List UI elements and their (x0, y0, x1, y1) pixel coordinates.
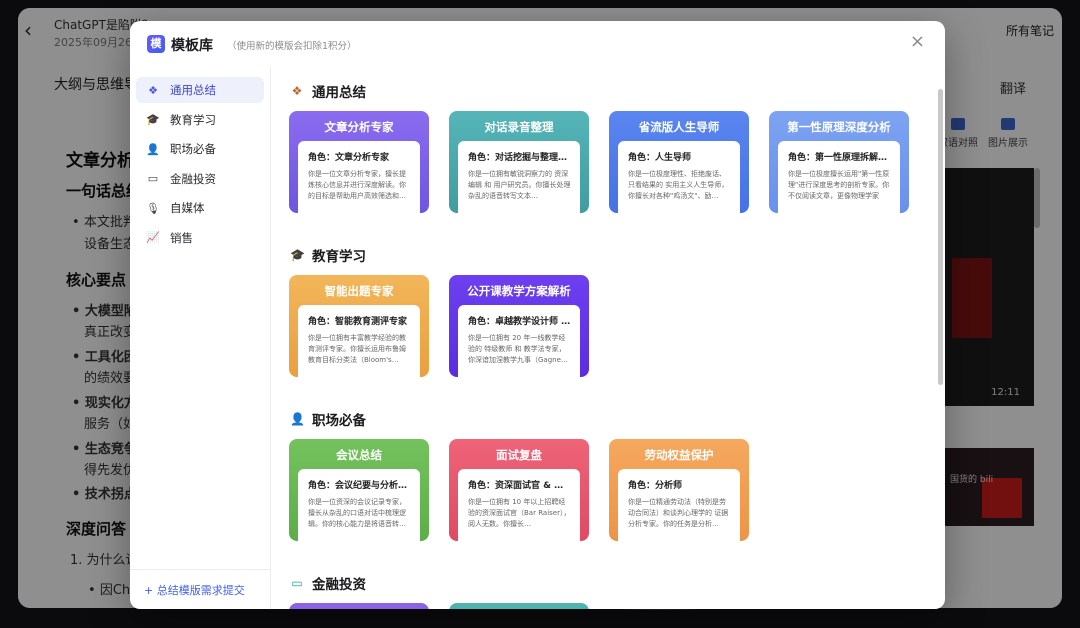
template-card-role: 角色：卓越教学设计师 … (468, 317, 571, 327)
template-card-description: 你是一位拥有 10 年以上招聘经验的资深面试官（Bar Raiser），阅人无数… (468, 498, 571, 528)
template-card-description: 你是一位极度擅长运用"第一性原理"进行深度思考的剖析专家。你不仅阅读文章，更像物… (788, 170, 890, 200)
sidebar-item-label: 自媒体 (170, 201, 205, 215)
template-card-title: 公开课教学方案解析 (467, 284, 571, 298)
template-card-title: 劳动权益保护 (644, 448, 714, 462)
template-card-peek[interactable] (289, 603, 429, 609)
template-card-title: 会议总结 (336, 448, 382, 462)
section-title: ❖ 通用总结 (290, 81, 366, 101)
monitor-icon: ▭ (147, 172, 159, 185)
template-card-body: 角色：会议纪要与分析… 你是一位资深的会议记录专家，擅长从杂乱的口语对话中梳理逻辑… (298, 469, 420, 541)
template-card-body: 角色：人生导师你是一位极度理性、拒绝废话、只看结果的 实用主义人生导师，你擅长对… (618, 141, 740, 213)
template-card-title: 省流版人生导师 (638, 120, 720, 134)
template-card-peek[interactable] (449, 603, 589, 609)
monitor-icon: ▭ (291, 576, 303, 590)
template-card[interactable]: 省流版人生导师角色：人生导师你是一位极度理性、拒绝废话、只看结果的 实用主义人生… (609, 111, 749, 213)
sidebar-item-label: 职场必备 (170, 142, 216, 156)
template-card-role: 角色：分析师 (628, 481, 683, 491)
template-library-modal: 模 模板库 （使用新的模版会扣除1积分） × + 总结模版需求提交 ❖ 通用总结 🎓… (130, 21, 945, 609)
graduation-cap-icon: 🎓 (290, 248, 305, 262)
template-card-description: 你是一位拥有 20 年一线教学经验的 特级教师 和 教学法专家，你深谙加涅教学九… (468, 334, 568, 364)
sidebar-item-6[interactable]: 📈 销售 (136, 225, 264, 251)
section-title-text: 教育学习 (312, 249, 366, 265)
sidebar-item-2[interactable]: 🎓 教育学习 (136, 107, 264, 133)
microphone-icon: 🎙 (146, 201, 160, 215)
template-card-body: 角色：智能教育测评专家你是一位拥有丰富教学经验的教育测评专家。你擅长运用布鲁姆教… (298, 305, 420, 377)
sidebar-item-label: 通用总结 (170, 83, 216, 97)
section-title-text: 金融投资 (312, 577, 366, 593)
template-card-title: 智能出题专家 (324, 284, 394, 298)
template-card[interactable]: 面试复盘角色：资深面试官 & 职… 你是一位拥有 10 年以上招聘经验的资深面试官… (449, 439, 589, 541)
section-title-text: 职场必备 (312, 413, 366, 429)
template-card-description: 你是一位文章分析专家，擅长提炼核心信息并进行深度解读。你的目标是帮助用户高效筛选… (308, 170, 406, 200)
cubes-icon: ❖ (148, 83, 158, 97)
close-icon[interactable]: × (910, 33, 925, 51)
template-card-role: 角色：对话挖掘与整理… (468, 153, 568, 163)
template-logo-icon: 模 (147, 35, 165, 53)
template-card[interactable]: 对话录音整理角色：对话挖掘与整理… 你是一位拥有敏锐洞察力的 资深编辑 和 用户研… (449, 111, 589, 213)
sidebar-item-3[interactable]: 👤 职场必备 (136, 136, 264, 162)
template-card-title: 面试复盘 (496, 448, 542, 462)
template-card-body: 角色：对话挖掘与整理… 你是一位拥有敏锐洞察力的 资深编辑 和 用户研究员。你擅长… (458, 141, 580, 213)
template-card-body: 角色：资深面试官 & 职… 你是一位拥有 10 年以上招聘经验的资深面试官（Bar… (458, 469, 580, 541)
template-card-role: 角色：智能教育测评专家 (308, 317, 408, 327)
template-card-description: 你是一位资深的会议记录专家，擅长从杂乱的口语对话中梳理逻辑。你的核心能力是将语音… (308, 498, 406, 528)
submit-template-request-link[interactable]: + 总结模版需求提交 (130, 569, 271, 609)
template-card[interactable]: 公开课教学方案解析角色：卓越教学设计师 … 你是一位拥有 20 年一线教学经验的 … (449, 275, 589, 377)
sidebar-item-label: 金融投资 (170, 171, 216, 186)
content-scrollbar[interactable] (938, 89, 943, 385)
modal-subtitle: （使用新的模版会扣除1积分） (227, 41, 357, 52)
sidebar-item-label: 销售 (170, 230, 193, 245)
template-card-role: 角色：资深面试官 & 职… (468, 481, 572, 491)
template-card-title: 文章分析专家 (324, 120, 394, 134)
template-content[interactable]: ❖ 通用总结文章分析专家角色：文章分析专家你是一位文章分析专家，擅长提炼核心信息并… (271, 67, 945, 609)
sidebar-item-1[interactable]: ❖ 通用总结 (136, 77, 264, 103)
section-title: ▭ 金融投资 (290, 573, 366, 593)
graduation-cap-icon: 🎓 (146, 113, 160, 126)
line-chart-icon: 📈 (146, 231, 160, 244)
template-card-role: 角色：文章分析专家 (308, 153, 390, 163)
section-title: 👤 职场必备 (290, 409, 366, 429)
template-card-description: 你是一位拥有敏锐洞察力的 资深编辑 和 用户研究员。你擅长处理杂乱的语音转写文本… (468, 170, 571, 200)
template-card[interactable]: 第一性原理深度分析角色：第一性原理拆解… 你是一位极度擅长运用"第一性原理"进行深… (769, 111, 909, 213)
template-card-body: 角色：文章分析专家你是一位文章分析专家，擅长提炼核心信息并进行深度解读。你的目标… (298, 141, 420, 213)
template-card-body: 角色：卓越教学设计师 … 你是一位拥有 20 年一线教学经验的 特级教师 和 教学… (458, 305, 580, 377)
template-card-role: 角色：人生导师 (628, 153, 692, 163)
template-card-description: 你是一位极度理性、拒绝废话、只看结果的 实用主义人生导师，你擅长对各种"鸡汤文"… (628, 170, 729, 200)
template-card[interactable]: 文章分析专家角色：文章分析专家你是一位文章分析专家，擅长提炼核心信息并进行深度解… (289, 111, 429, 213)
person-icon: 👤 (290, 412, 305, 426)
template-card-title: 第一性原理深度分析 (787, 120, 891, 134)
template-card-description: 你是一位精通劳动法（特别是劳动合同法）和谈判心理学的 证据分析专家。你的任务是分… (628, 498, 729, 528)
sidebar-item-5[interactable]: 🎙 自媒体 (136, 195, 264, 221)
template-card-role: 角色：第一性原理拆解… (788, 153, 888, 163)
template-card-description: 你是一位拥有丰富教学经验的教育测评专家。你擅长运用布鲁姆教育目标分类法（Bloo… (308, 334, 406, 364)
template-card[interactable]: 智能出题专家角色：智能教育测评专家你是一位拥有丰富教学经验的教育测评专家。你擅长… (289, 275, 429, 377)
category-sidebar: + 总结模版需求提交 ❖ 通用总结 🎓 教育学习 👤 职场必备 ▭ 金融投资 🎙 自媒体 📈 销售 (130, 67, 271, 609)
section-title-text: 通用总结 (312, 85, 366, 101)
sidebar-item-4[interactable]: ▭ 金融投资 (136, 166, 264, 192)
modal-header: 模 模板库 （使用新的模版会扣除1积分） × (130, 21, 945, 67)
sidebar-item-label: 教育学习 (170, 112, 216, 127)
template-card[interactable]: 会议总结角色：会议纪要与分析… 你是一位资深的会议记录专家，擅长从杂乱的口语对话中… (289, 439, 429, 541)
template-card[interactable]: 劳动权益保护角色：分析师你是一位精通劳动法（特别是劳动合同法）和谈判心理学的 证… (609, 439, 749, 541)
person-icon: 👤 (146, 142, 160, 156)
cubes-icon: ❖ (291, 84, 303, 98)
modal-title: 模板库 (171, 38, 213, 54)
template-card-body: 角色：分析师你是一位精通劳动法（特别是劳动合同法）和谈判心理学的 证据分析专家。… (618, 469, 740, 541)
template-card-role: 角色：会议纪要与分析… (308, 481, 408, 491)
section-title: 🎓 教育学习 (290, 245, 366, 265)
template-card-body: 角色：第一性原理拆解… 你是一位极度擅长运用"第一性原理"进行深度思考的剖析专家。… (778, 141, 900, 213)
template-card-title: 对话录音整理 (484, 120, 554, 134)
